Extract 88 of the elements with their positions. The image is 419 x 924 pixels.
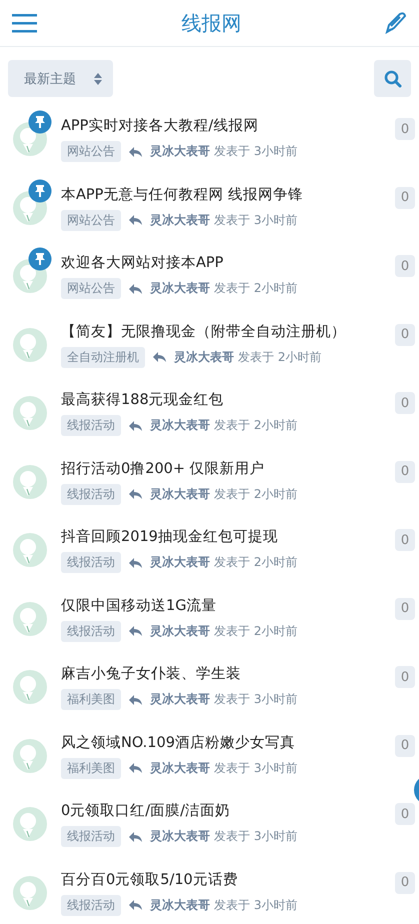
category-tag[interactable]: 福利美图 xyxy=(61,689,121,710)
avatar xyxy=(13,464,47,498)
reply-count: 0 xyxy=(395,803,415,825)
search-icon xyxy=(384,70,402,88)
category-tag[interactable]: 线报活动 xyxy=(61,826,121,847)
reply-icon xyxy=(153,352,166,362)
post-time: 发表于 3小时前 xyxy=(214,828,298,845)
avatar xyxy=(13,328,47,362)
avatar xyxy=(13,602,47,636)
category-tag[interactable]: 线报活动 xyxy=(61,415,121,436)
topic-title[interactable]: 百分百0元领取5/10元话费 xyxy=(61,870,395,888)
post-time: 发表于 3小时前 xyxy=(214,691,298,708)
category-tag[interactable]: 全自动注册机 xyxy=(61,346,145,368)
topic-title[interactable]: 仅限中国移动送1G流量 xyxy=(61,596,395,614)
sort-dropdown[interactable]: 最新主题 xyxy=(8,60,113,97)
reply-icon xyxy=(129,215,142,225)
author-name[interactable]: 灵冰大表哥 xyxy=(150,280,210,297)
post-time: 发表于 2小时前 xyxy=(214,554,298,571)
reply-count: 0 xyxy=(395,118,415,140)
topic-title[interactable]: 最高获得188元现金红包 xyxy=(61,390,395,409)
topic-title[interactable]: 0元领取口红/面膜/洁面奶 xyxy=(61,801,395,820)
topic-title[interactable]: 风之领域NO.109酒店粉嫩少女写真 xyxy=(61,732,395,752)
author-name[interactable]: 灵冰大表哥 xyxy=(150,896,210,914)
avatar xyxy=(13,876,47,910)
reply-icon xyxy=(129,694,142,704)
category-tag[interactable]: 福利美图 xyxy=(61,758,121,778)
reply-count: 0 xyxy=(395,598,415,620)
reply-count: 0 xyxy=(395,460,415,482)
topic-title[interactable]: 【简友】无限撸现金（附带全自动注册机） xyxy=(61,322,395,340)
reply-count: 0 xyxy=(395,734,415,756)
post-time: 发表于 2小时前 xyxy=(214,280,298,297)
author-name[interactable]: 灵冰大表哥 xyxy=(150,143,210,160)
avatar xyxy=(13,807,47,841)
author-name[interactable]: 灵冰大表哥 xyxy=(150,622,210,640)
author-name[interactable]: 灵冰大表哥 xyxy=(174,348,234,366)
post-time: 发表于 3小时前 xyxy=(214,896,298,914)
post-time: 发表于 3小时前 xyxy=(214,760,298,776)
reply-icon xyxy=(129,489,142,499)
app-title: 线报网 xyxy=(182,10,242,36)
avatar xyxy=(13,738,47,772)
author-name[interactable]: 灵冰大表哥 xyxy=(150,417,210,434)
author-name[interactable]: 灵冰大表哥 xyxy=(150,212,210,228)
post-time: 发表于 3小时前 xyxy=(214,143,298,160)
post-time: 发表于 2小时前 xyxy=(214,486,298,502)
reply-count: 0 xyxy=(395,392,415,414)
category-tag[interactable]: 网站公告 xyxy=(61,278,121,299)
pencil-button[interactable] xyxy=(385,12,407,34)
reply-count: 0 xyxy=(395,666,415,688)
reply-count: 0 xyxy=(395,324,415,346)
topic-title[interactable]: 本APP无意与任何教程网 线报网争锋 xyxy=(61,184,395,204)
category-tag[interactable]: 网站公告 xyxy=(61,141,121,162)
reply-icon xyxy=(129,420,142,430)
category-tag[interactable]: 网站公告 xyxy=(61,210,121,230)
author-name[interactable]: 灵冰大表哥 xyxy=(150,828,210,845)
reply-icon xyxy=(129,626,142,636)
avatar xyxy=(13,670,47,704)
topic-title[interactable]: APP实时对接各大教程/线报网 xyxy=(61,116,395,135)
search-button[interactable] xyxy=(374,60,411,97)
topic-title[interactable]: 招行活动0撸200+ 仅限新用户 xyxy=(61,458,395,478)
post-time: 发表于 2小时前 xyxy=(238,348,322,366)
author-name[interactable]: 灵冰大表哥 xyxy=(150,691,210,708)
reply-count: 0 xyxy=(395,529,415,551)
avatar xyxy=(13,533,47,567)
menu-button[interactable] xyxy=(12,13,38,33)
post-time: 发表于 3小时前 xyxy=(214,212,298,228)
author-name[interactable]: 灵冰大表哥 xyxy=(150,554,210,571)
author-name[interactable]: 灵冰大表哥 xyxy=(150,486,210,502)
reply-icon xyxy=(129,900,142,910)
reply-icon xyxy=(129,284,142,294)
topic-title[interactable]: 麻吉小兔子女仆装、学生装 xyxy=(61,664,395,683)
avatar xyxy=(13,396,47,430)
category-tag[interactable]: 线报活动 xyxy=(61,552,121,573)
author-name[interactable]: 灵冰大表哥 xyxy=(150,760,210,776)
post-time: 发表于 2小时前 xyxy=(214,417,298,434)
reply-icon xyxy=(129,558,142,568)
reply-count: 0 xyxy=(395,186,415,208)
category-tag[interactable]: 线报活动 xyxy=(61,484,121,504)
reply-count: 0 xyxy=(395,872,415,894)
category-tag[interactable]: 线报活动 xyxy=(61,620,121,642)
reply-icon xyxy=(129,763,142,773)
reply-icon xyxy=(129,832,142,842)
sort-arrows-icon xyxy=(93,70,103,86)
reply-icon xyxy=(129,146,142,156)
post-time: 发表于 2小时前 xyxy=(214,622,298,640)
reply-count: 0 xyxy=(395,255,415,277)
topic-title[interactable]: 抖音回顾2019抽现金红包可提现 xyxy=(61,527,395,546)
topic-title[interactable]: 欢迎各大网站对接本APP xyxy=(61,253,395,272)
category-tag[interactable]: 线报活动 xyxy=(61,894,121,916)
